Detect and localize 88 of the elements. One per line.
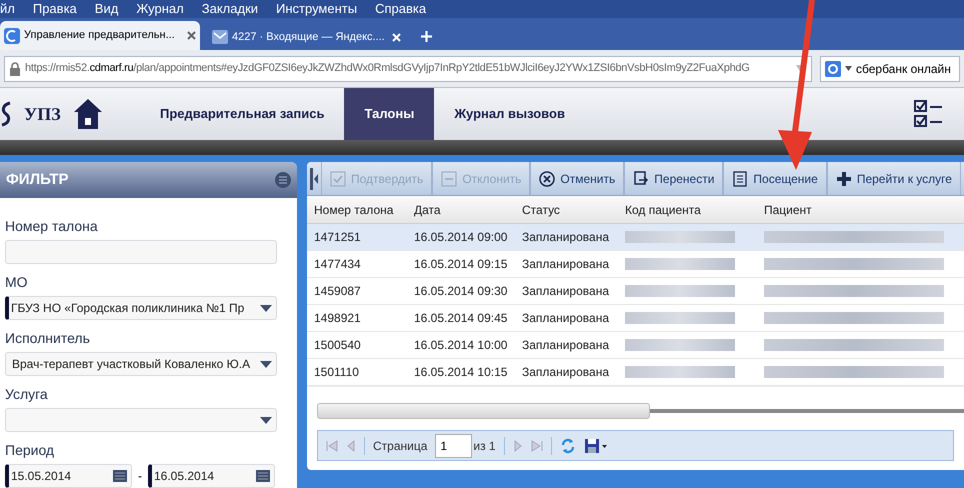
column-header[interactable]: Пациент (757, 200, 964, 218)
input-field[interactable] (5, 240, 277, 264)
search-text: сбербанк онлайн (856, 60, 951, 78)
save-icon[interactable] (584, 438, 608, 454)
table-cell-text: 1498921 (313, 310, 362, 327)
checkbox-icon (330, 170, 346, 186)
column-header[interactable]: Статус (515, 200, 618, 218)
select-field[interactable]: Врач-терапевт участковый Коваленко Ю.А (5, 352, 277, 376)
page-label: Страница (373, 438, 428, 454)
table-row[interactable]: 1471251 16.05.2014 09:00 Запланирована (307, 224, 964, 251)
search-field[interactable]: сбербанк онлайн (820, 56, 960, 82)
range-separator: - (138, 468, 142, 485)
refresh-icon[interactable] (560, 438, 576, 454)
minus-icon (441, 170, 458, 186)
scrollbar[interactable] (317, 403, 650, 419)
panel-title: ФИЛЬТР (6, 170, 69, 190)
table-cell-text: Запланирована (521, 229, 610, 246)
close-icon[interactable] (187, 31, 196, 40)
table-cell-text: 16.05.2014 10:15 (413, 364, 508, 381)
date-field[interactable]: 16.05.2014 (148, 464, 275, 488)
nav-tab[interactable]: Талоны (344, 88, 434, 140)
cancel-icon (539, 170, 556, 186)
field-label: Услуга (5, 385, 49, 404)
menu-item[interactable]: Закладки (202, 0, 258, 19)
lock-icon (9, 62, 21, 76)
app-logo: УПЗ (24, 102, 61, 126)
menu-icon[interactable] (275, 172, 291, 188)
menu-item[interactable]: Справка (375, 0, 426, 19)
toolbar-button[interactable]: Отменить (530, 162, 624, 195)
caret-icon (845, 66, 852, 71)
snake-logo-icon (0, 101, 12, 127)
menu-item[interactable]: йл (0, 0, 15, 19)
field-label: МО (5, 273, 29, 292)
calendar-icon[interactable] (113, 470, 127, 482)
column-header[interactable]: Код пациента (618, 200, 757, 218)
home-icon[interactable] (72, 98, 103, 130)
last-page-icon[interactable] (530, 440, 543, 452)
table-cell-text: 1501110 (313, 364, 360, 381)
previous-page-icon[interactable] (346, 440, 356, 452)
table-cell-text: 1459087 (313, 283, 362, 300)
nav-tab[interactable]: Предварительная запись (140, 88, 344, 140)
menu-item[interactable]: Вид (94, 0, 118, 19)
page-count: из 1 (473, 438, 496, 454)
table-cell-text: 1500540 (313, 337, 362, 354)
table-cell-text: 1477434 (313, 256, 362, 273)
table-cell-text: Запланирована (521, 337, 610, 354)
table-cell-text: Запланирована (521, 283, 610, 300)
column-header[interactable]: Дата (407, 200, 515, 218)
checklist-icon[interactable] (914, 99, 944, 129)
menu-item[interactable]: Правка (32, 0, 77, 19)
move-icon (633, 170, 650, 186)
site-icon (4, 28, 20, 44)
new-tab-icon[interactable] (421, 31, 432, 42)
toolbar-button[interactable]: Перейти к услуге (826, 162, 961, 195)
field-label: Исполнитель (5, 329, 91, 348)
page-input[interactable]: 1 (435, 434, 472, 458)
column-header[interactable]: Номер талона (307, 200, 407, 218)
browser-tab[interactable]: Управление предварительн... (0, 21, 200, 50)
plus-icon (836, 170, 852, 186)
nav-tab[interactable]: Журнал вызовов (434, 88, 585, 140)
calendar-icon[interactable] (256, 470, 270, 482)
select-field[interactable]: ГБУЗ НО «Городская поликлиника №1 Пр (5, 296, 277, 320)
field-label: Период (5, 441, 56, 460)
table-cell-text: Запланирована (521, 310, 610, 327)
first-page-icon[interactable] (326, 440, 338, 452)
table-cell-text: 1471251 (313, 229, 362, 246)
toolbar-button[interactable]: Перенести (624, 162, 724, 195)
url-text: https://rmis52.cdmarf.ru/plan/appointments#eyJzdGF0ZSI6eyJkZWZhdWx0RmlsdGVyIjp7InRpY2tldE51bWJlciI6eyJ2YWx1ZSI6bnVsbH0sIm9yZ2FuaXphdG (25, 61, 751, 76)
table-cell-text: Запланирована (521, 364, 610, 381)
table-cell-text: 16.05.2014 09:00 (413, 229, 508, 246)
menu-item[interactable]: Журнал (136, 0, 184, 19)
table-cell-text: Запланирована (521, 256, 610, 273)
next-page-icon[interactable] (512, 440, 523, 452)
table-cell-text: 16.05.2014 09:30 (413, 283, 508, 300)
search-engine-icon (825, 60, 841, 76)
mail-icon (212, 30, 228, 44)
dropdown-arrow-icon[interactable] (260, 416, 272, 424)
field-label: Номер талона (5, 217, 99, 236)
table-cell-text: 16.05.2014 09:15 (413, 256, 508, 273)
date-field[interactable]: 15.05.2014 (5, 464, 132, 488)
document-icon (732, 170, 748, 186)
collapse-icon[interactable] (310, 168, 318, 190)
table-cell-text: 16.05.2014 10:00 (413, 337, 508, 354)
table-cell-text: 16.05.2014 09:45 (413, 310, 508, 327)
dropdown-arrow-icon[interactable] (260, 304, 272, 312)
dropdown-arrow-icon[interactable] (260, 360, 272, 368)
menu-item[interactable]: Инструменты (276, 0, 358, 19)
select-field[interactable] (5, 408, 277, 432)
